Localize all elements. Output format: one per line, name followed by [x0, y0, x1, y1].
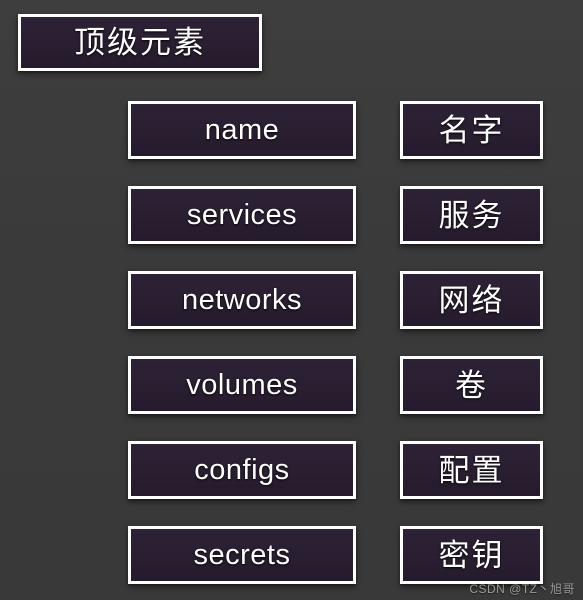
- node-key-name[interactable]: name: [128, 101, 356, 159]
- node-label: 网络: [438, 282, 505, 318]
- node-gloss-volumes[interactable]: 卷: [400, 356, 543, 414]
- node-label: networks: [181, 283, 303, 316]
- node-gloss-configs[interactable]: 配置: [400, 441, 543, 499]
- node-top-level-elements[interactable]: 顶级元素: [18, 14, 262, 71]
- node-key-networks[interactable]: networks: [128, 271, 356, 329]
- node-key-configs[interactable]: configs: [128, 441, 356, 499]
- node-label: secrets: [193, 538, 291, 571]
- node-gloss-name[interactable]: 名字: [400, 101, 543, 159]
- node-label: volumes: [186, 368, 298, 401]
- node-key-services[interactable]: services: [128, 186, 356, 244]
- node-label: configs: [194, 453, 290, 486]
- node-label: services: [186, 198, 298, 231]
- node-label: 顶级元素: [74, 25, 206, 60]
- watermark-text: CSDN @TZ丶旭哥: [469, 582, 575, 596]
- node-gloss-networks[interactable]: 网络: [400, 271, 543, 329]
- diagram-canvas: 顶级元素 name 名字 services 服务 networks 网络 vol…: [0, 0, 583, 600]
- node-label: name: [204, 113, 280, 146]
- node-label: 配置: [438, 452, 505, 488]
- node-key-secrets[interactable]: secrets: [128, 526, 356, 584]
- node-label: 服务: [438, 197, 505, 233]
- node-label: 密钥: [438, 537, 505, 573]
- node-gloss-secrets[interactable]: 密钥: [400, 526, 543, 584]
- node-gloss-services[interactable]: 服务: [400, 186, 543, 244]
- node-label: 卷: [455, 367, 488, 403]
- node-key-volumes[interactable]: volumes: [128, 356, 356, 414]
- node-label: 名字: [438, 112, 505, 148]
